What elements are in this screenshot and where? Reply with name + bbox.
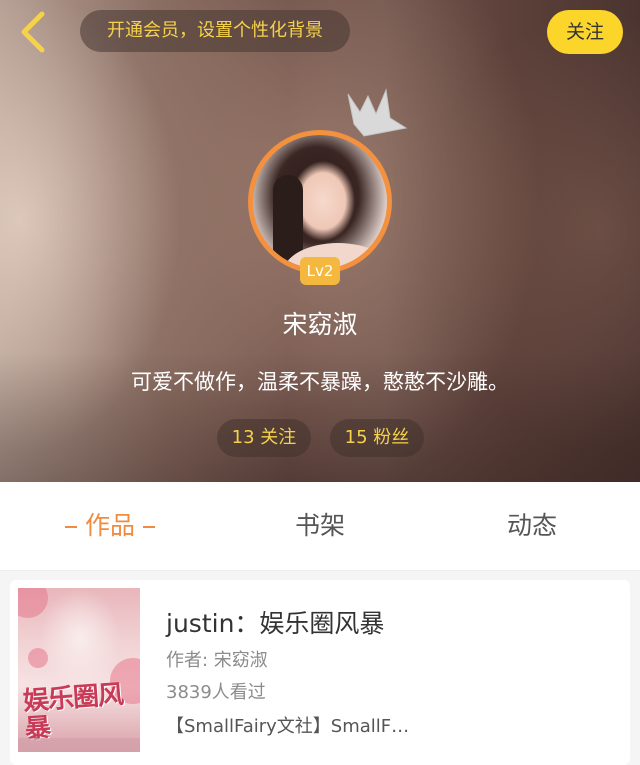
crown-icon [347, 88, 408, 137]
tab-dynamic-label: 动态 [506, 511, 557, 540]
work-title: justin：娱乐圈风暴 [166, 609, 385, 638]
tab-bookshelf-label: 书架 [294, 511, 345, 540]
work-description: 【SmallFairy文社】SmallF… [166, 716, 410, 737]
tab-works[interactable]: 作品 [40, 482, 180, 570]
profile-tabs: 作品 书架 动态 [0, 482, 640, 571]
work-view-count: 3839人看过 [166, 682, 266, 703]
tab-indicator-left [64, 526, 77, 528]
work-cover-image: 娱乐圈风暴 [18, 588, 140, 752]
back-button[interactable] [14, 8, 58, 56]
level-badge: Lv2 [300, 257, 340, 285]
user-nickname: 宋窈淑 [282, 310, 358, 339]
tab-bookshelf[interactable]: 书架 [250, 482, 390, 570]
tab-dynamic[interactable]: 动态 [462, 482, 602, 570]
vip-promo-button[interactable]: 开通会员，设置个性化背景 [80, 10, 350, 52]
avatar[interactable] [248, 130, 392, 274]
following-count-button[interactable]: 13 关注 [217, 419, 311, 457]
fans-count-button[interactable]: 15 粉丝 [330, 419, 424, 457]
tab-indicator-right [143, 526, 155, 528]
avatar-photo [253, 135, 387, 269]
user-signature: 可爱不做作，温柔不暴躁，憨憨不沙雕。 [131, 370, 509, 394]
work-cover-title: 娱乐圈风暴 [22, 679, 124, 745]
work-card[interactable]: 娱乐圈风暴 justin：娱乐圈风暴 作者: 宋窈淑 3839人看过 【Smal… [10, 580, 630, 765]
follow-button[interactable]: 关注 [547, 10, 623, 54]
chevron-left-icon [21, 11, 45, 53]
tab-works-label: 作品 [84, 511, 135, 540]
work-author: 作者: 宋窈淑 [166, 650, 268, 671]
profile-header: 开通会员，设置个性化背景 关注 Lv2 宋窈淑 可爱不做作，温柔不暴躁，憨憨不沙… [0, 0, 640, 482]
